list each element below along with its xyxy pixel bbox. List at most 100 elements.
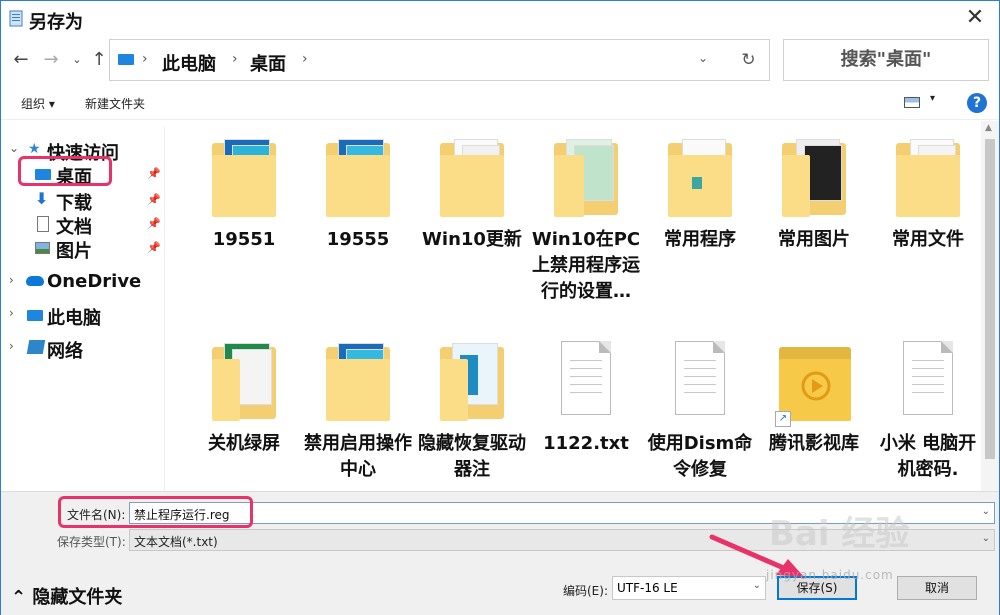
file-name: 腾讯影视库 [769,433,859,454]
pin-icon[interactable]: 📌 [147,241,161,254]
up-arrow-icon[interactable]: ↑ [89,49,109,70]
list-item[interactable]: Win10在PC上禁用程序运行的设置… [529,121,643,331]
pin-icon[interactable]: 📌 [147,193,161,206]
recent-dropdown-icon[interactable]: ⌄ [67,53,87,66]
close-icon[interactable]: ✕ [963,6,987,30]
vertical-scrollbar[interactable]: ▲ [981,121,999,491]
nav-item-this-pc[interactable]: › 此电脑 [1,302,164,329]
list-item[interactable]: ↗ 腾讯影视库 [757,325,871,491]
folder-icon [668,137,732,217]
chevron-down-icon[interactable]: ⌄ [9,141,19,155]
folder-icon [782,137,846,217]
file-name: 19551 [212,229,276,250]
text-file-icon [561,341,611,415]
video-library-folder-icon: ↗ [775,341,853,427]
list-item[interactable]: Win10更新 [415,121,529,331]
chevron-right-icon[interactable]: › [302,51,308,67]
scrollbar-thumb[interactable] [985,139,995,459]
chevron-down-icon[interactable]: ⌄ [698,51,708,65]
scroll-up-icon[interactable]: ▲ [985,123,992,133]
address-bar[interactable]: › 此电脑 › 桌面 › [109,39,770,81]
file-name: 常用程序 [664,229,736,250]
nav-item-downloads[interactable]: ⬇ 下载 📌 [1,187,164,214]
file-name: 禁用启用操作中心 [304,433,412,480]
list-item[interactable]: 1122.txt [529,325,643,491]
back-arrow-icon[interactable]: ← [11,49,31,70]
chevron-right-icon[interactable]: › [9,306,14,320]
nav-item-documents[interactable]: 文档 📌 [1,211,164,238]
network-icon [26,340,46,354]
list-item[interactable]: 常用文件 [871,121,985,331]
search-input[interactable]: 搜索"桌面" [783,39,989,81]
annotation-highlight-desktop [18,156,112,186]
folder-icon [326,341,390,421]
file-name: 小米 电脑开机密码. [879,433,977,480]
save-as-dialog: 另存为 ✕ ← → ⌄ ↑ › 此电脑 › 桌面 › ↻ 搜索"桌面" ⌄ 组织… [0,0,1000,615]
help-icon[interactable]: ? [967,93,987,113]
text-file-icon [903,341,953,415]
cancel-button[interactable]: 取消 [897,576,977,600]
breadcrumb-desktop[interactable]: 桌面 [250,50,286,76]
watermark-url: jingyan.baidu.com [766,568,894,582]
toolbar: 组织 ▾ 新建文件夹 ▾ ? [1,87,999,120]
chevron-right-icon[interactable]: › [9,273,14,287]
list-item[interactable]: 禁用启用操作中心 [301,325,415,491]
file-name: 使用Dism命令修复 [647,433,753,480]
chevron-right-icon[interactable]: › [142,51,148,67]
list-item[interactable]: 小米 电脑开机密码. [871,325,985,491]
list-item[interactable]: 关机绿屏 [187,325,301,491]
pc-icon [118,54,134,65]
breadcrumb-this-pc[interactable]: 此电脑 [162,50,216,76]
nav-label: 网络 [47,341,83,362]
list-item[interactable]: 19555 [301,121,415,331]
pc-icon [27,310,43,321]
filetype-value: 文本文档(*.txt) [134,535,218,549]
shortcut-arrow-icon: ↗ [775,411,791,427]
list-item[interactable]: 常用图片 [757,121,871,331]
nav-label: 此电脑 [47,308,101,329]
pin-icon[interactable]: 📌 [147,217,161,230]
nav-item-network[interactable]: › 网络 [1,335,164,362]
nav-item-pictures[interactable]: 图片 📌 [1,235,164,262]
chevron-right-icon[interactable]: › [232,51,238,67]
folder-icon [440,137,504,217]
file-list: 19551 19555 Win10更新 Win10在PC上禁用程序运行的设置… … [165,121,999,491]
address-row: ← → ⌄ ↑ › 此电脑 › 桌面 › ↻ 搜索"桌面" [1,39,999,83]
text-file-icon [675,341,725,415]
file-name: 1122.txt [543,433,629,454]
picture-icon [35,242,50,254]
folder-icon [440,341,504,421]
list-item[interactable]: 隐藏恢复驱动器注 [415,325,529,491]
hide-folders-toggle[interactable]: ⌃ 隐藏文件夹 [11,583,122,609]
pin-icon[interactable]: 📌 [147,167,161,180]
list-item[interactable]: 19551 [187,121,301,331]
chevron-down-icon[interactable]: ▾ [930,93,935,104]
list-item[interactable]: 使用Dism命令修复 [643,325,757,491]
star-icon: ★ [28,141,41,157]
watermark: Bai 经验 [769,514,910,554]
organize-button[interactable]: 组织 ▾ [21,95,55,112]
file-name: 19555 [326,229,390,250]
list-item[interactable]: 常用程序 [643,121,757,331]
nav-label: 图片 [56,241,92,262]
file-name: 常用图片 [778,229,850,250]
file-name: Win10在PC上禁用程序运行的设置… [531,229,641,302]
nav-item-onedrive[interactable]: › OneDrive [1,269,164,295]
chevron-down-icon[interactable]: ⌄ [753,580,761,591]
notepad-icon [9,10,23,27]
file-name: Win10更新 [422,229,522,250]
chevron-right-icon[interactable]: › [9,339,14,353]
chevron-down-icon[interactable]: ⌄ [982,506,990,517]
file-name: 关机绿屏 [208,433,280,454]
forward-arrow-icon[interactable]: → [41,49,61,70]
new-folder-button[interactable]: 新建文件夹 [85,95,145,112]
refresh-icon[interactable]: ↻ [728,39,770,81]
download-icon: ⬇ [35,189,49,208]
annotation-highlight-filename [58,496,253,528]
chevron-down-icon[interactable]: ⌄ [982,533,990,544]
encoding-label: 编码(E): [563,584,608,598]
encoding-value: UTF-16 LE [617,581,678,595]
hide-folders-label: 隐藏文件夹 [32,587,123,608]
view-options-icon[interactable] [904,97,920,108]
folder-icon [326,137,390,217]
